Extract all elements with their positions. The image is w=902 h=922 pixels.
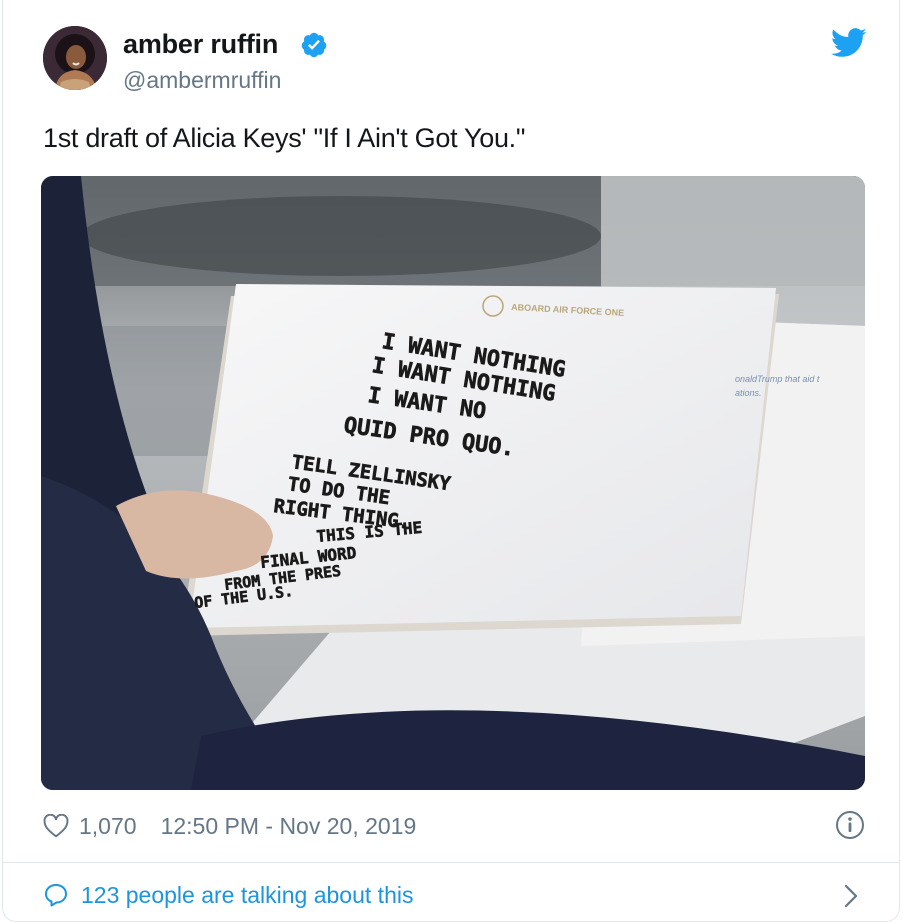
verified-badge-icon [301, 32, 327, 58]
conversation-link[interactable]: 123 people are talking about this [43, 880, 413, 910]
like-count[interactable]: 1,070 [79, 813, 137, 840]
info-icon[interactable] [835, 810, 865, 840]
paper-text-2: ations. [735, 388, 762, 398]
paper-text-1: onaldTrump that aid t [735, 374, 820, 384]
tweet-text: 1st draft of Alicia Keys' "If I Ain't Go… [43, 123, 526, 153]
tweet-photo[interactable]: ABOARD AIR FORCE ONE onaldTrump that aid… [41, 176, 865, 790]
tweet-meta: 1,070 12:50 PM - Nov 20, 2019 [43, 812, 416, 840]
chevron-right-icon[interactable] [841, 882, 861, 910]
tweet-card: amber ruffin @ambermruffin 1st draft of … [2, 0, 900, 922]
twitter-bird-icon[interactable] [831, 28, 867, 58]
handle[interactable]: @ambermruffin [123, 67, 281, 94]
divider [3, 862, 899, 863]
display-name[interactable]: amber ruffin [123, 29, 278, 60]
tweet-timestamp[interactable]: 12:50 PM - Nov 20, 2019 [161, 813, 417, 840]
talking-count[interactable]: 123 people are talking about this [81, 882, 413, 909]
avatar[interactable] [43, 26, 107, 90]
comment-bubble-icon [45, 884, 67, 907]
heart-icon[interactable] [43, 814, 69, 838]
